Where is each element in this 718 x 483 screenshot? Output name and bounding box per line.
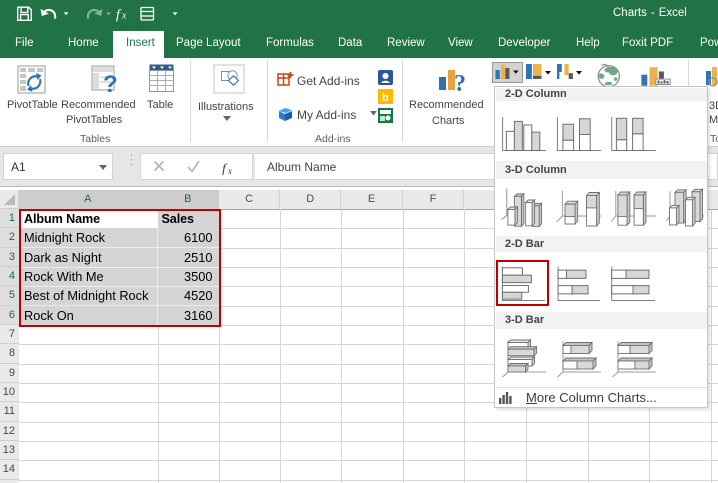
svg-text:?: ? [454, 71, 466, 95]
svg-text:x: x [121, 11, 127, 22]
svg-text:?: ? [103, 71, 118, 94]
svg-text:b: b [382, 92, 389, 104]
svg-text:x: x [227, 166, 232, 175]
